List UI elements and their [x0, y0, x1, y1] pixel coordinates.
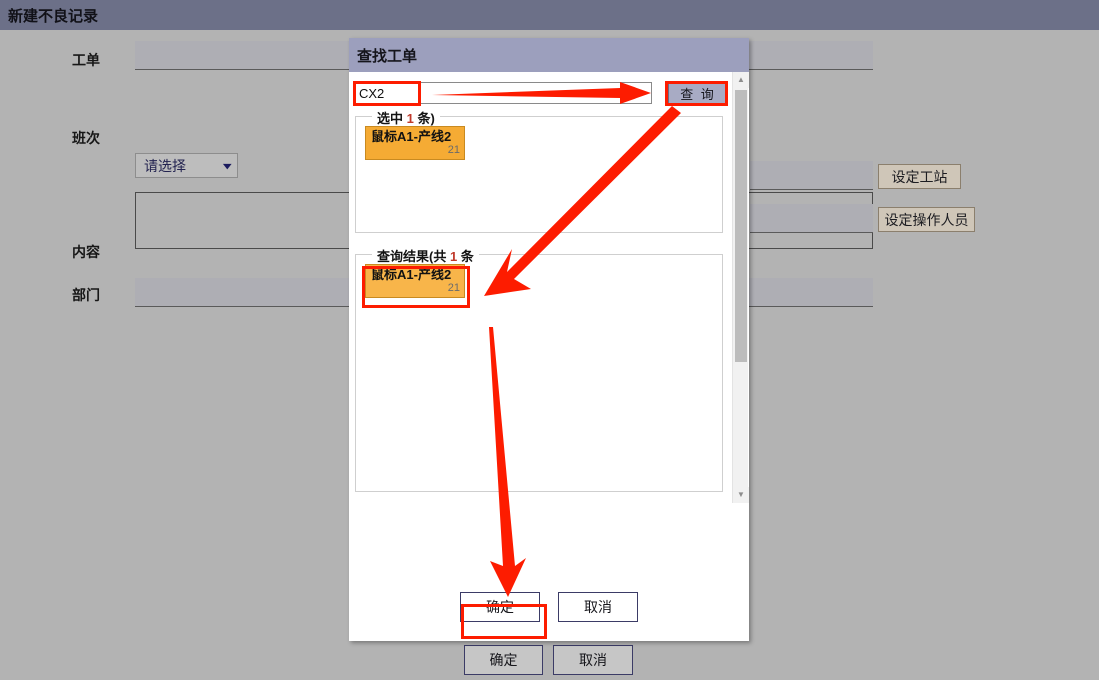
- dialog-cancel-button[interactable]: 取消: [558, 592, 638, 622]
- set-workstation-button[interactable]: 设定工站: [878, 164, 961, 189]
- form-cancel-button[interactable]: 取消: [553, 645, 633, 675]
- dialog-scrollbar[interactable]: ▲ ▼: [732, 72, 749, 503]
- result-item-title: 鼠标A1-产线2: [371, 267, 452, 282]
- scrollbar-thumb[interactable]: [735, 90, 747, 362]
- form-cancel-button-label: 取消: [579, 652, 607, 668]
- operator-input[interactable]: [750, 204, 873, 233]
- dialog-search-row: 查 询: [355, 82, 733, 104]
- selected-legend-prefix: 选中: [377, 111, 407, 126]
- label-content: 内容: [72, 244, 100, 260]
- dialog-title-bar: 查找工单: [349, 38, 749, 72]
- result-group: 查询结果(共 1 条 鼠标A1-产线2 21: [355, 246, 723, 492]
- dialog-body: 查 询 选中 1 条) 鼠标A1-产线2 21 查询结果(共 1 条 鼠标A1-…: [349, 72, 749, 607]
- label-department: 部门: [72, 287, 100, 303]
- set-workstation-button-label: 设定工站: [891, 168, 948, 185]
- set-operator-button-label: 设定操作人员: [884, 211, 969, 228]
- dialog-title: 查找工单: [357, 47, 418, 65]
- set-operator-button[interactable]: 设定操作人员: [878, 207, 975, 232]
- selected-group: 选中 1 条) 鼠标A1-产线2 21: [355, 108, 723, 233]
- dialog-confirm-button[interactable]: 确定: [460, 592, 540, 622]
- form-confirm-button-label: 确定: [489, 652, 518, 668]
- find-work-order-dialog: 查找工单 查 询 选中 1 条) 鼠标A1-产线2 21 查询结果(共 1 条: [349, 38, 749, 641]
- shift-select[interactable]: 请选择 ▾: [135, 153, 238, 178]
- chevron-down-icon: ▾: [223, 159, 233, 172]
- selected-item-sub: 21: [447, 144, 460, 156]
- result-legend-prefix: 查询结果(共: [377, 249, 450, 264]
- label-work-order: 工单: [72, 52, 100, 68]
- result-item-card[interactable]: 鼠标A1-产线2 21: [365, 264, 465, 298]
- label-shift: 班次: [72, 130, 100, 146]
- workstation-input[interactable]: [750, 161, 873, 190]
- window-title-bar: 新建不良记录: [0, 0, 1099, 30]
- triangle-down-icon[interactable]: ▼: [733, 487, 749, 503]
- selected-legend-count: 1: [406, 111, 414, 126]
- form-confirm-button[interactable]: 确定: [464, 645, 543, 675]
- page-title: 新建不良记录: [8, 7, 99, 25]
- dialog-confirm-button-label: 确定: [486, 599, 514, 615]
- selected-group-legend: 选中 1 条): [372, 108, 440, 127]
- search-button[interactable]: 查 询: [668, 82, 728, 104]
- result-legend-suffix: 条: [457, 249, 474, 264]
- selected-item-card[interactable]: 鼠标A1-产线2 21: [365, 126, 465, 160]
- triangle-up-icon[interactable]: ▲: [733, 72, 749, 88]
- search-button-label: 查 询: [680, 86, 716, 102]
- search-input[interactable]: [355, 82, 652, 104]
- result-group-legend: 查询结果(共 1 条: [372, 246, 479, 265]
- dialog-footer: 确定 取消: [349, 573, 749, 641]
- shift-select-value: 请选择: [144, 157, 186, 174]
- selected-item-title: 鼠标A1-产线2: [371, 129, 452, 144]
- result-item-sub: 21: [447, 282, 460, 294]
- dialog-cancel-button-label: 取消: [584, 599, 612, 615]
- selected-legend-suffix: 条): [413, 111, 435, 126]
